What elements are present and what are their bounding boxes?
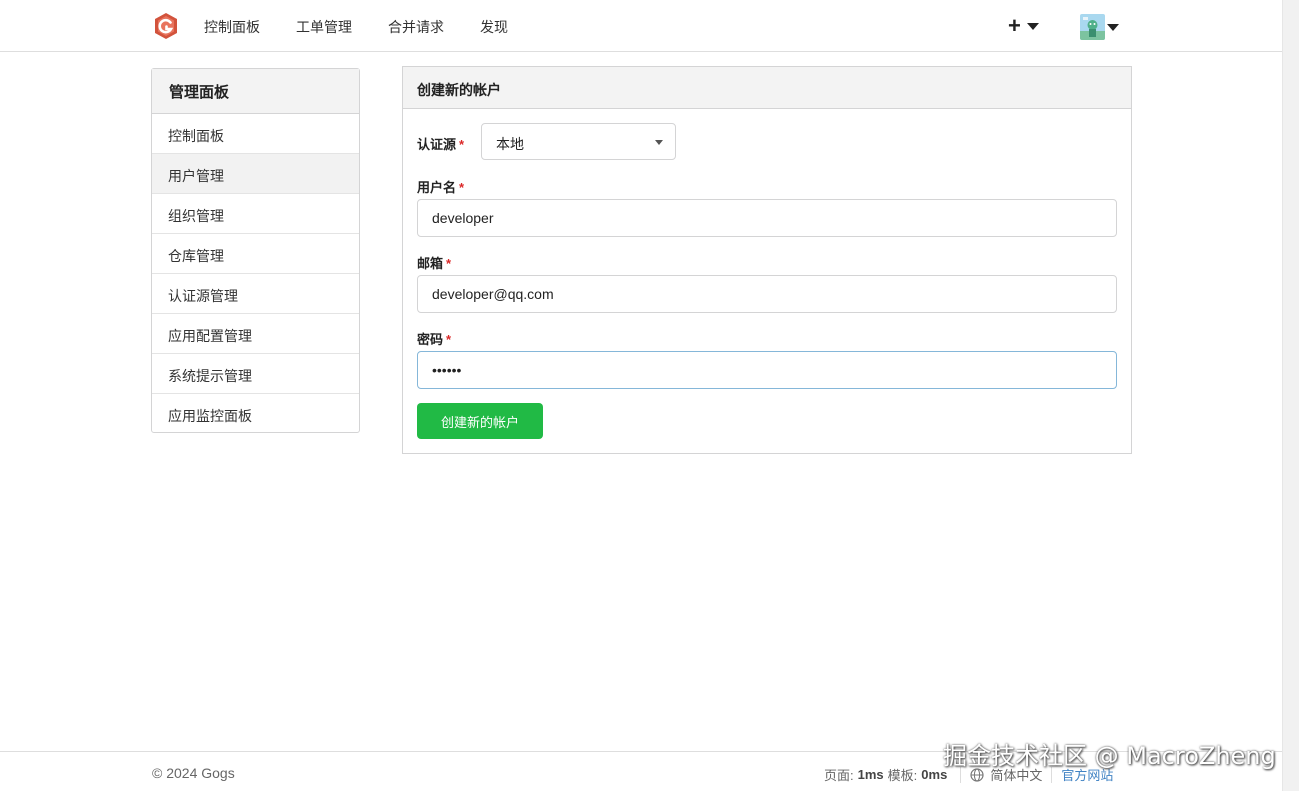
page-time-label: 页面:: [824, 768, 854, 783]
nav-dashboard[interactable]: 控制面板: [204, 17, 260, 37]
sidebar-title: 管理面板: [152, 69, 359, 114]
required-mark: *: [446, 332, 452, 347]
auth-source-label: 认证源 *: [417, 137, 465, 152]
sidebar-item-notices[interactable]: 系统提示管理: [152, 354, 359, 394]
required-mark: *: [459, 180, 465, 195]
password-input[interactable]: [417, 351, 1117, 389]
page-time-value: 1ms: [857, 767, 884, 782]
auth-source-select[interactable]: 本地: [481, 123, 676, 160]
caret-down-icon: [1026, 22, 1039, 30]
nav-pull-requests[interactable]: 合并请求: [388, 17, 444, 37]
email-input[interactable]: [417, 275, 1117, 313]
sidebar-item-dashboard[interactable]: 控制面板: [152, 114, 359, 154]
required-mark: *: [446, 256, 452, 271]
auth-source-value: 本地: [496, 136, 524, 152]
sidebar-item-users[interactable]: 用户管理: [152, 154, 359, 194]
nav-issues[interactable]: 工单管理: [296, 17, 352, 37]
sidebar-item-repositories[interactable]: 仓库管理: [152, 234, 359, 274]
gogs-logo-icon[interactable]: [152, 12, 180, 40]
create-account-panel: 创建新的帐户 认证源* 本地 用户名* 邮箱* 密码* 创建新的帐户: [402, 66, 1132, 454]
caret-down-icon: [1107, 23, 1119, 31]
password-label: 密码 *: [417, 332, 452, 347]
sidebar-item-auth-sources[interactable]: 认证源管理: [152, 274, 359, 314]
scrollbar[interactable]: [1282, 0, 1299, 791]
panel-title: 创建新的帐户: [403, 67, 1131, 109]
template-time-label: 模板:: [887, 768, 918, 783]
create-dropdown[interactable]: +: [1008, 12, 1039, 40]
caret-down-icon: [655, 140, 663, 145]
copyright: © 2024 Gogs: [152, 765, 235, 781]
username-input[interactable]: [417, 199, 1117, 237]
admin-sidebar: 管理面板 控制面板 用户管理 组织管理 仓库管理 认证源管理 应用配置管理 系统…: [151, 68, 360, 433]
watermark: 掘金技术社区 @ MacroZheng: [943, 742, 1276, 770]
create-account-button[interactable]: 创建新的帐户: [417, 403, 543, 439]
required-mark: *: [459, 137, 465, 152]
sidebar-item-monitor[interactable]: 应用监控面板: [152, 394, 359, 434]
username-label: 用户名 *: [417, 180, 465, 195]
sidebar-item-organizations[interactable]: 组织管理: [152, 194, 359, 234]
nav-explore[interactable]: 发现: [480, 17, 508, 37]
email-label: 邮箱 *: [417, 256, 452, 271]
user-dropdown[interactable]: [1080, 14, 1119, 40]
plus-icon: +: [1008, 13, 1021, 38]
top-navbar: 控制面板 工单管理 合并请求 发现 +: [0, 0, 1282, 52]
sidebar-item-config[interactable]: 应用配置管理: [152, 314, 359, 354]
avatar: [1080, 14, 1105, 40]
